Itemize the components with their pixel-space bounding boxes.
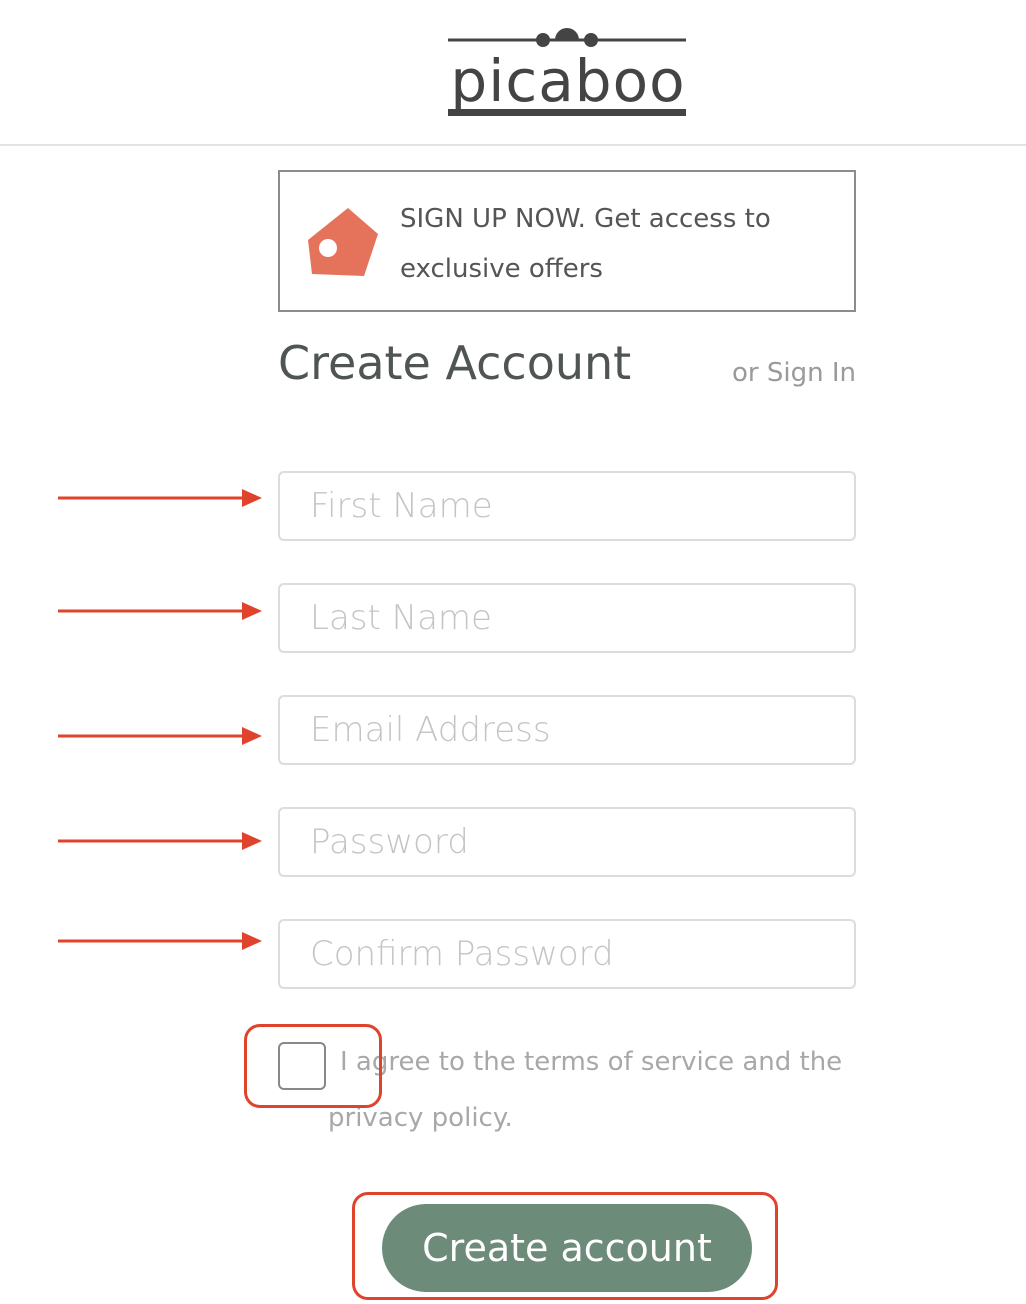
- right-arrow-icon: [58, 602, 262, 620]
- agree-terms-label: I agree to the terms of service and the …: [328, 1047, 843, 1133]
- promo-text: SIGN UP NOW. Get access to exclusive off…: [400, 204, 771, 284]
- price-tag-icon: [308, 208, 378, 276]
- right-arrow-icon: [58, 727, 262, 745]
- password-input[interactable]: [278, 807, 856, 877]
- first-name-input[interactable]: [278, 471, 856, 541]
- site-header: picaboo: [0, 0, 1026, 146]
- signup-promo-banner: SIGN UP NOW. Get access to exclusive off…: [278, 170, 856, 312]
- right-arrow-icon: [58, 832, 262, 850]
- sign-in-link[interactable]: or Sign In: [732, 358, 856, 388]
- picaboo-logo[interactable]: picaboo: [448, 22, 688, 120]
- logo-wordmark: picaboo: [450, 47, 686, 115]
- right-arrow-icon: [58, 489, 262, 507]
- email-input[interactable]: [278, 695, 856, 765]
- create-account-button[interactable]: Create account: [382, 1204, 752, 1292]
- confirm-password-input[interactable]: [278, 919, 856, 989]
- page-title: Create Account: [278, 336, 632, 390]
- last-name-input[interactable]: [278, 583, 856, 653]
- agree-terms-checkbox[interactable]: [278, 1042, 326, 1090]
- right-arrow-icon: [58, 932, 262, 950]
